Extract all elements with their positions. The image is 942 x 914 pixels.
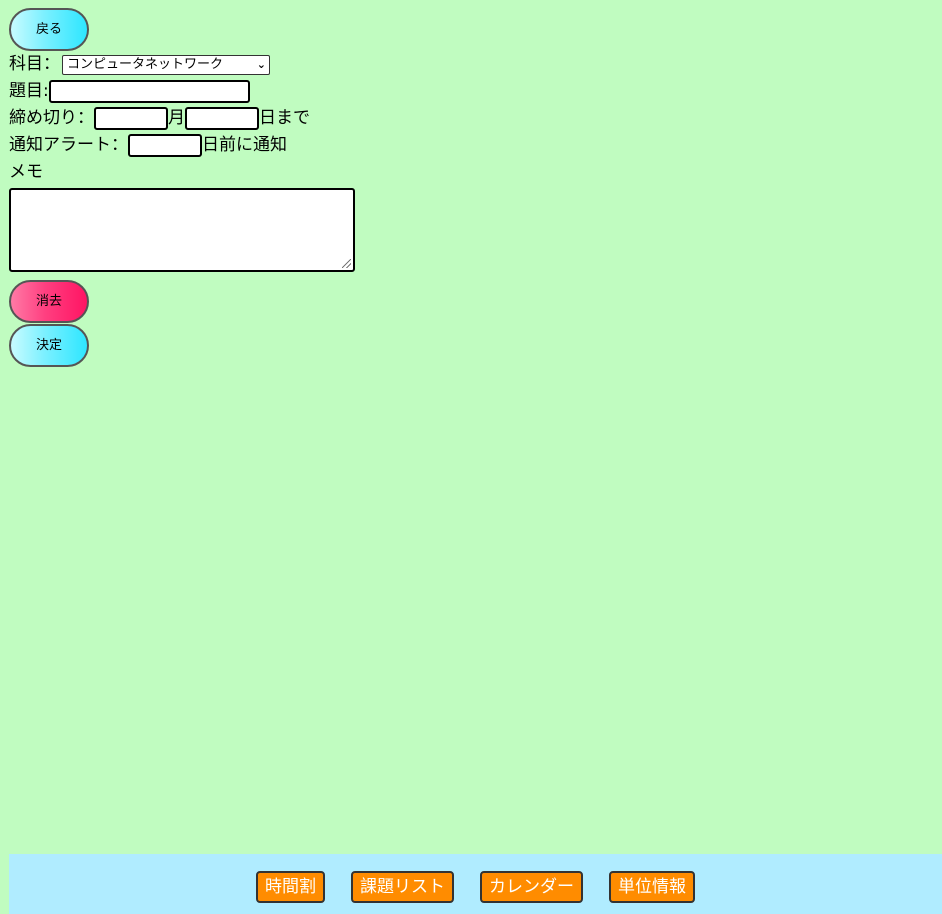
- alert-label: 通知アラート：: [9, 135, 128, 155]
- month-unit-label: 月: [168, 108, 185, 128]
- back-button[interactable]: 戻る: [9, 8, 89, 51]
- memo-textarea[interactable]: [9, 188, 355, 272]
- nav-credits-button[interactable]: 単位情報: [609, 871, 695, 903]
- deadline-day-input[interactable]: [185, 107, 259, 130]
- resize-handle-icon[interactable]: [342, 259, 351, 268]
- subject-row: 科目： コンピュータネットワーク ⌄: [9, 51, 355, 78]
- subject-label: 科目：: [9, 54, 60, 74]
- alert-row: 通知アラート： 日前に通知: [9, 132, 355, 159]
- nav-assignment-list-button[interactable]: 課題リスト: [351, 871, 454, 903]
- title-label: 題目:: [9, 81, 49, 101]
- submit-button[interactable]: 決定: [9, 324, 89, 367]
- subject-select[interactable]: コンピュータネットワーク ⌄: [62, 54, 270, 75]
- deadline-label: 締め切り：: [9, 108, 94, 128]
- assignment-form: 戻る 科目： コンピュータネットワーク ⌄ 題目: 締め切り： 月 日まで 通知…: [9, 8, 355, 367]
- deadline-month-input[interactable]: [94, 107, 168, 130]
- footer-nav: 時間割 課題リスト カレンダー 単位情報: [9, 854, 942, 914]
- memo-label: メモ: [9, 162, 43, 182]
- day-unit-label: 日まで: [259, 108, 310, 128]
- title-input[interactable]: [48, 80, 250, 103]
- title-row: 題目:: [9, 78, 355, 105]
- clear-button[interactable]: 消去: [9, 280, 89, 323]
- nav-timetable-button[interactable]: 時間割: [256, 871, 325, 903]
- alert-unit-label: 日前に通知: [202, 135, 287, 155]
- memo-label-row: メモ: [9, 159, 355, 186]
- chevron-down-icon: ⌄: [256, 58, 266, 71]
- deadline-row: 締め切り： 月 日まで: [9, 105, 355, 132]
- alert-days-input[interactable]: [128, 134, 202, 157]
- subject-select-value: コンピュータネットワーク: [67, 57, 224, 72]
- nav-calendar-button[interactable]: カレンダー: [480, 871, 583, 903]
